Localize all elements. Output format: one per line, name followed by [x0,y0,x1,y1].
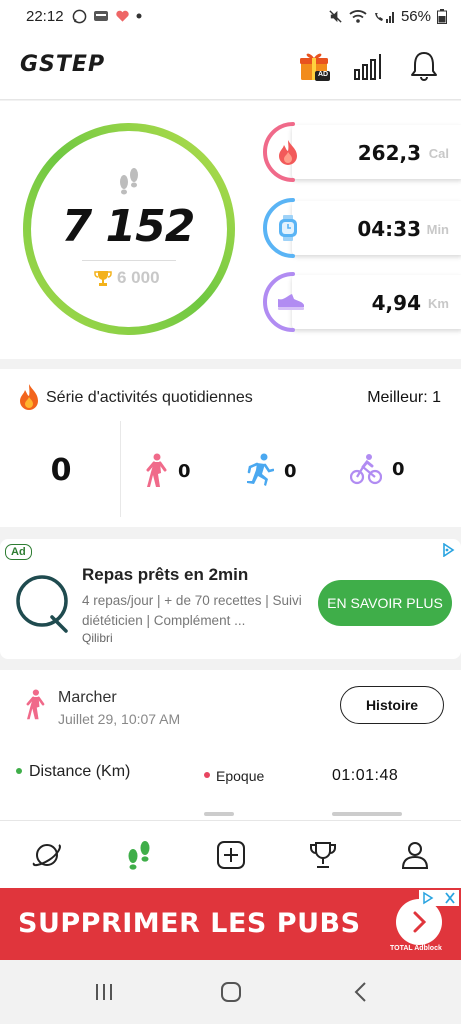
history-button[interactable]: Histoire [340,686,444,724]
walk-icon [146,453,167,487]
streak-divider [120,421,121,517]
duration-unit: Min [426,222,449,237]
home-icon[interactable] [219,980,243,1004]
streak-count: 0 [50,453,72,488]
epoque-label: Epoque [216,768,265,784]
calories-value: 262,3 [357,141,421,165]
cashback-icon [93,11,108,21]
adchoices-close-icon[interactable] [419,890,459,906]
ad-cta-button[interactable]: EN SAVOIR PLUS [318,580,452,626]
ad-title: Repas prêts en 2min [82,565,249,584]
banner-brand: TOTAL Adblock [390,945,442,952]
steps-count: 7 152 [61,201,196,252]
distance-value: 4,94 [371,291,421,315]
trophy-gold-icon [94,271,112,286]
footprints-icon [120,168,138,195]
daily-stats-card: 7 152 6 000 262,3 Cal 04:33 Min 4,94 Km [0,101,461,359]
battery-icon [437,8,447,24]
recents-icon[interactable] [92,980,116,1004]
steps-goal-value: 6 000 [117,268,160,287]
distance-dot [16,768,22,774]
mute-icon [329,9,342,23]
bottom-navigation [0,820,461,888]
footsteps-icon[interactable] [123,839,155,871]
heart-icon [115,10,129,22]
adchoices-icon[interactable] [441,543,455,557]
duration-metric[interactable]: 04:33 Min [262,197,461,259]
distance-metric[interactable]: 4,94 Km [262,271,461,333]
banner-text: SUPPRIMER LES PUBS [18,908,361,939]
ad-description: 4 repas/jour | + de 70 recettes | Suivi … [82,593,302,628]
ad-brand: Qilibri [82,631,113,645]
plus-square-icon[interactable] [215,839,247,871]
battery-text: 56% [400,7,431,25]
system-navigation [0,960,461,1024]
run-icon [247,453,274,486]
activity-date: Juillet 29, 10:07 AM [58,711,181,727]
shoe-icon [278,294,304,310]
app-header: GSTEP AD [0,32,461,100]
flame-icon [279,140,297,165]
whatsapp-icon [72,9,86,23]
activity-type: Marcher [58,689,117,706]
calories-metric[interactable]: 262,3 Cal [262,121,461,183]
watch-icon [279,215,297,241]
steps-divider [82,260,176,261]
gift-icon[interactable]: AD [298,50,330,82]
native-ad[interactable]: Ad Repas prêts en 2min 4 repas/jour | + … [0,539,461,659]
status-time: 22:12 [26,7,64,25]
call-signal-icon [374,11,394,23]
gift-ad-badge: AD [318,71,329,78]
status-bar: 22:12 56% [0,0,461,32]
bike-icon [350,454,382,485]
duration-value: 04:33 [357,217,421,241]
epoque-value: 01:01:48 [332,767,399,784]
latest-activity-card: Marcher Juillet 29, 10:07 AM Histoire Di… [0,670,461,820]
bike-streak-value: 0 [392,458,405,480]
app-logo: GSTEP [20,52,106,77]
dot-icon [136,13,142,19]
clipped-row-fragment [332,812,402,816]
walk-streak: 0 [144,453,191,489]
wifi-icon [349,9,367,23]
bell-icon[interactable] [408,50,440,82]
steps-goal: 6 000 [94,268,160,288]
back-icon[interactable] [349,980,373,1004]
bike-streak: 0 [350,453,405,485]
daily-streak-card: Série d'activités quotidiennes Meilleur:… [0,369,461,527]
user-icon[interactable] [399,839,431,871]
walk-icon [26,689,45,720]
distance-label: Distance (Km) [29,763,131,780]
distance-unit: Km [428,296,449,311]
streak-title: Série d'activités quotidiennes [46,389,253,406]
flame-icon [20,384,38,410]
planet-icon[interactable] [31,839,63,871]
qilibri-logo [16,575,68,633]
trophy-icon[interactable] [307,839,339,871]
run-streak-value: 0 [284,460,297,482]
epoque-dot [204,772,210,778]
streak-best: Meilleur: 1 [367,389,441,406]
run-streak: 0 [244,453,297,489]
calories-unit: Cal [428,146,449,161]
banner-ad-controls[interactable] [419,890,459,911]
walk-streak-value: 0 [178,460,191,482]
bar-chart-icon[interactable] [352,50,384,82]
clipped-row-fragment [204,812,234,816]
remove-ads-banner[interactable]: SUPPRIMER LES PUBS TOTAL Adblock [0,888,461,960]
ad-badge: Ad [5,544,32,560]
